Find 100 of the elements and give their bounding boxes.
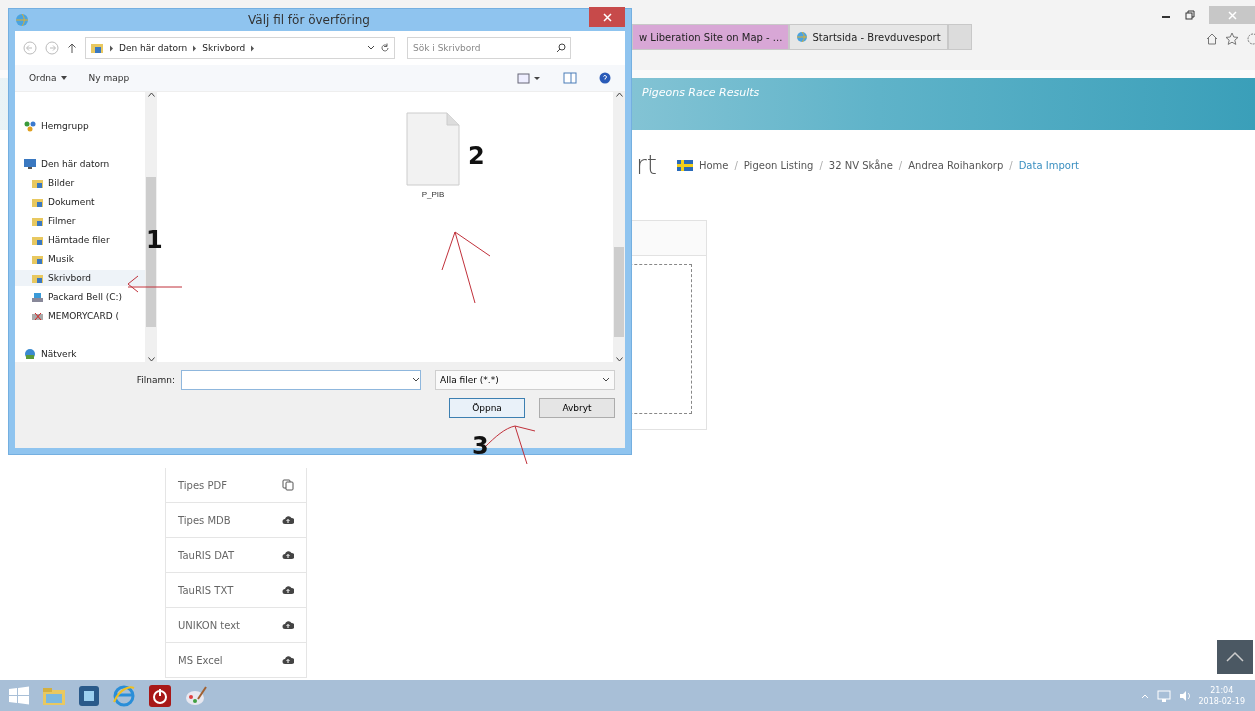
close-button[interactable] [589,7,625,27]
memory-card-icon [31,310,44,322]
app-icon[interactable] [78,684,100,707]
star-icon[interactable] [1225,32,1239,46]
close-button[interactable] [1209,6,1255,24]
search-icon [556,43,566,53]
browser-tab[interactable]: Startsida - Brevduvesport [789,24,948,50]
home-icon[interactable] [1205,32,1219,46]
breadcrumb-separator: / [898,159,903,171]
chevron-right-icon [109,44,114,52]
chevron-right-icon [192,44,198,52]
chevron-down-icon [602,377,610,383]
path-segment[interactable]: Skrivbord [202,43,246,53]
restore-icon[interactable] [1185,10,1195,20]
format-item[interactable]: Tipes MDB [166,503,306,538]
nav-item[interactable]: Bilder [15,175,145,191]
page-heading: rt [636,150,657,180]
nav-item[interactable]: Skrivbord [15,270,145,286]
folder-icon [31,234,44,246]
format-item[interactable]: TauRIS DAT [166,538,306,573]
breadcrumb-separator: / [734,159,738,171]
format-item[interactable]: Tipes PDF [166,468,306,503]
folder-icon [31,215,44,227]
toolbar-button[interactable]: Ordna [29,73,67,83]
chevron-up-icon [147,92,155,97]
search-field[interactable]: Sök i Skrivbord [407,37,571,59]
network-icon [23,348,37,360]
nav-item[interactable]: Hämtade filer [15,232,145,248]
dialog-button[interactable]: Öppna [449,398,525,418]
people-icon [23,120,37,132]
cloud-upload-icon [282,585,294,595]
forward-icon[interactable] [45,41,59,55]
network-icon[interactable] [1156,688,1171,703]
nav-item[interactable]: Den här datorn [15,156,145,172]
cloud-upload-icon [282,515,294,525]
close-icon [602,12,612,22]
nav-item[interactable]: Hemgrupp [15,118,145,134]
chevron-up-icon [1225,651,1245,663]
preview-pane-icon[interactable] [563,72,577,84]
chevron-down-icon [615,357,623,362]
nav-item[interactable]: Dokument [15,194,145,210]
folder-icon [31,253,44,265]
breadcrumb-link[interactable]: Home [698,159,729,171]
copy-icon [282,479,294,491]
breadcrumb-current: Data Import [1018,159,1079,171]
scroll-top-button[interactable] [1217,640,1253,674]
path-segment[interactable]: Den här datorn [119,43,188,53]
breadcrumb-link[interactable]: Pigeon Listing [743,159,814,171]
cloud-upload-icon [282,550,294,560]
breadcrumb-separator: / [1009,159,1013,171]
annotation-number: 2 [468,144,485,168]
clock-time: 21:04 [1210,684,1234,696]
clock-date: 2018-02-19 [1198,695,1245,707]
close-icon [1227,10,1237,20]
breadcrumb-link[interactable]: Andrea Roihankorp [908,159,1004,171]
breadcrumb-link[interactable]: 32 NV Skåne [828,159,893,171]
dialog-title: Välj fil för överföring [247,13,371,27]
globe-icon [15,13,29,27]
refresh-icon[interactable] [380,43,390,53]
annotation-arrow [127,275,183,293]
up-arrow-icon[interactable] [67,42,77,54]
folder-icon [31,177,44,189]
breadcrumb-separator: / [819,159,823,171]
cloud-upload-icon [282,620,294,630]
filename-field[interactable] [181,370,421,390]
drive-icon [31,291,44,303]
folder-icon [31,196,44,208]
format-item[interactable]: UNIKON text [166,608,306,643]
back-icon[interactable] [23,41,37,55]
cloud-upload-icon [282,655,294,665]
browser-e-icon[interactable] [112,683,136,708]
format-item[interactable]: MS Excel [166,643,306,678]
toolbar-button[interactable]: Ny mapp [88,73,130,83]
paint-icon[interactable] [184,684,208,707]
nav-item[interactable]: Nätverk [15,346,145,362]
caret-down-icon [60,76,67,80]
power-icon[interactable] [148,683,172,708]
browser-tab[interactable]: w Liberation Site on Map - ... [632,24,790,50]
file-type-dropdown[interactable]: Alla filer (*.*) [435,370,615,390]
address-bar[interactable]: Den här datorn Skrivbord [85,37,395,59]
annotation-number: 1 [146,228,163,252]
chevron-right-icon [250,44,256,52]
start-icon[interactable] [8,685,30,706]
nav-item[interactable]: Musik [15,251,145,267]
scrollbar[interactable] [613,92,625,362]
nav-item[interactable]: Packard Bell (C:) [15,289,145,305]
filename-label: Filnamn: [136,375,175,385]
nav-item[interactable]: MEMORYCARD ( [15,308,145,324]
chevron-down-icon[interactable] [367,45,375,51]
chevron-down-icon [412,377,420,383]
annotation-number: 3 [472,434,489,458]
nav-item[interactable]: Filmer [15,213,145,229]
file-name[interactable]: P_PIB [421,190,445,199]
folder-icon [90,42,104,54]
chevron-up-icon [615,92,623,97]
dialog-button[interactable]: Avbryt [539,398,615,418]
help-icon[interactable] [599,72,611,84]
speaker-icon[interactable] [1178,689,1191,702]
format-item[interactable]: TauRIS TXT [166,573,306,608]
view-icon[interactable] [517,72,541,84]
